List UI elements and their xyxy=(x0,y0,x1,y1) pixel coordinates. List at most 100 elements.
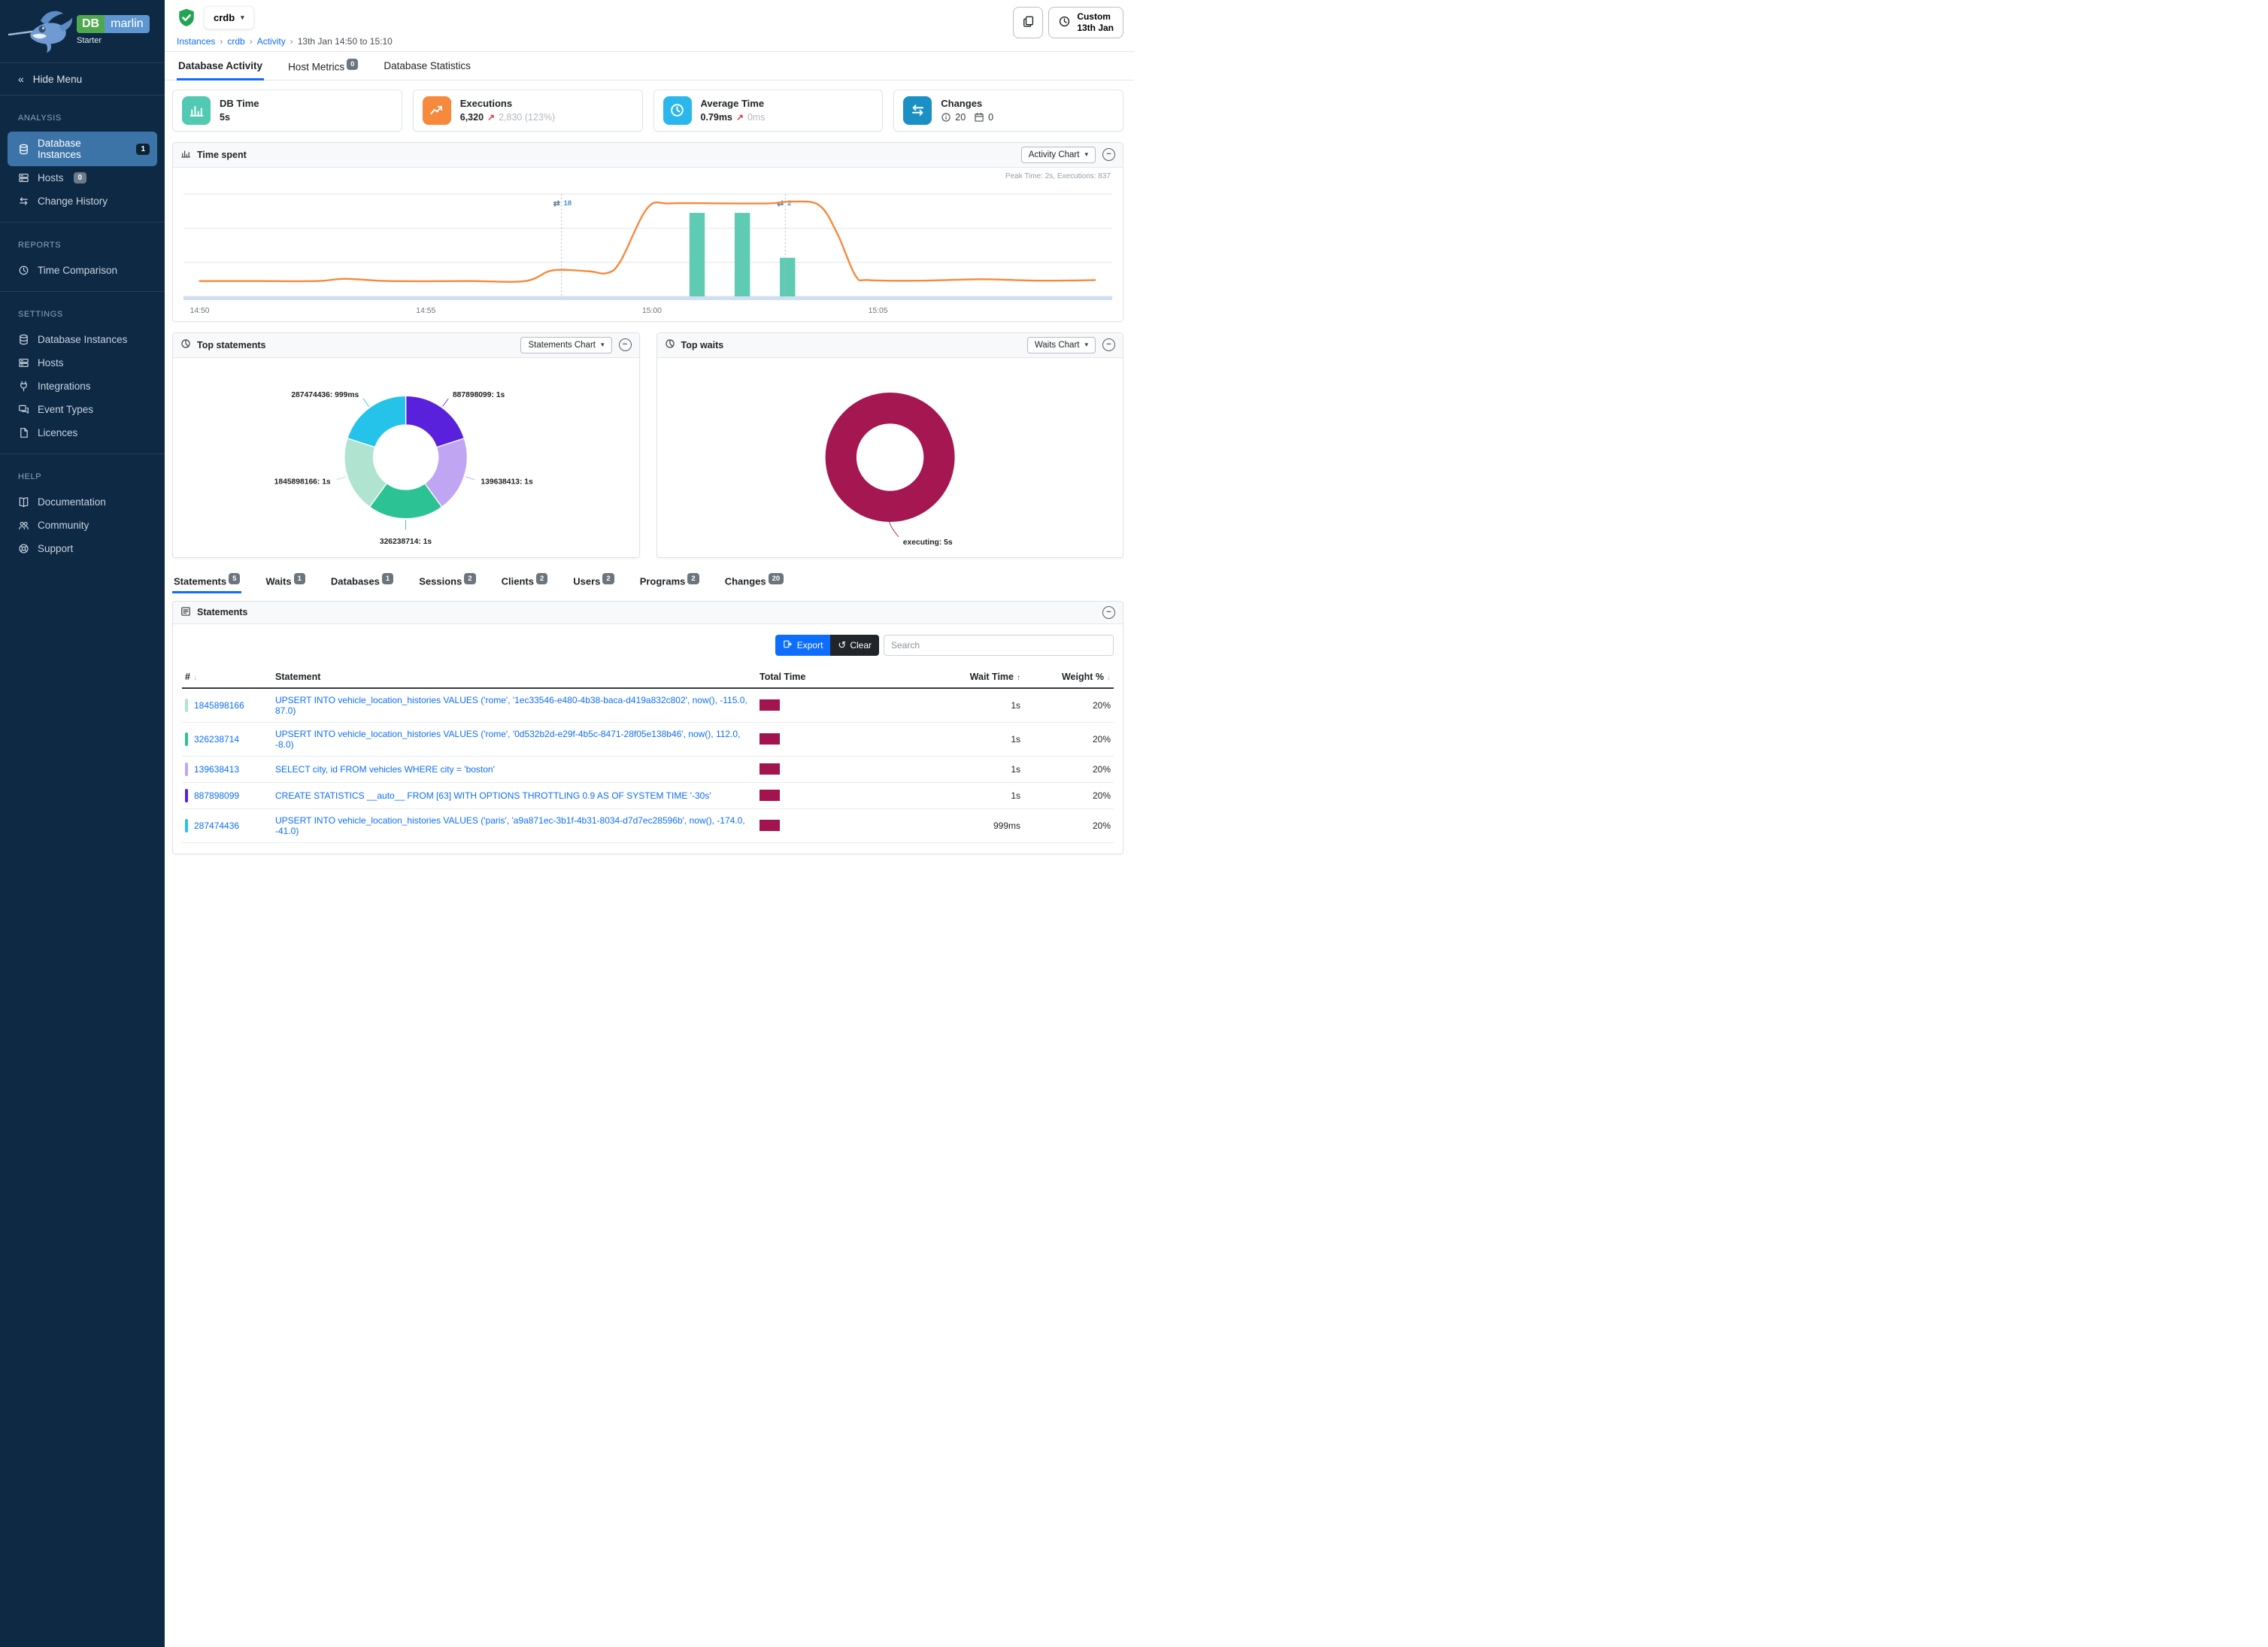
card-value: 5s xyxy=(220,112,230,123)
breadcrumb-link-activity[interactable]: Activity xyxy=(257,36,286,47)
sidebar-item-database-instances[interactable]: Database Instances 1 xyxy=(8,132,157,166)
time-range-button[interactable]: Custom 13th Jan xyxy=(1048,7,1123,38)
statement-link[interactable]: SELECT city, id FROM vehicles WHERE city… xyxy=(275,764,495,775)
executions-bar[interactable] xyxy=(735,213,750,296)
statement-link[interactable]: UPSERT INTO vehicle_location_histories V… xyxy=(275,695,747,716)
sort-icon[interactable]: ↑ xyxy=(1017,674,1020,682)
detail-tab-programs[interactable]: Programs2 xyxy=(638,569,701,593)
card-value: 0.79ms xyxy=(701,112,732,123)
sidebar-item-change-history[interactable]: Change History xyxy=(0,190,165,213)
sidebar-item-community[interactable]: Community xyxy=(0,514,165,537)
statement-link[interactable]: UPSERT INTO vehicle_location_histories V… xyxy=(275,729,740,750)
clock-icon xyxy=(663,96,692,125)
sidebar-item-documentation[interactable]: Documentation xyxy=(0,490,165,514)
detail-tab-sessions[interactable]: Sessions2 xyxy=(417,569,477,593)
wait-time-value: 1s xyxy=(881,688,1023,723)
hide-menu-button[interactable]: « Hide Menu xyxy=(0,62,165,96)
sidebar-item-support[interactable]: Support xyxy=(0,537,165,560)
swap-icon xyxy=(903,96,932,125)
executions-bar[interactable] xyxy=(690,213,705,296)
card-delta: 0ms xyxy=(747,112,766,123)
sidebar-item-licences[interactable]: Licences xyxy=(0,421,165,444)
sort-icon[interactable]: ↓ xyxy=(193,674,197,682)
detail-tab-users[interactable]: Users2 xyxy=(572,569,615,593)
table-row[interactable]: 326238714 UPSERT INTO vehicle_location_h… xyxy=(182,722,1114,756)
collapse-icon[interactable]: − xyxy=(1102,606,1115,619)
sidebar-item-event-types[interactable]: Event Types xyxy=(0,398,165,421)
collapse-icon[interactable]: − xyxy=(619,338,632,351)
sidebar-item-database-instances[interactable]: Database Instances xyxy=(0,328,165,351)
statement-link[interactable]: CREATE STATISTICS __auto__ FROM [63] WIT… xyxy=(275,790,711,801)
card-changes[interactable]: Changes 200 xyxy=(893,89,1123,132)
card-db-time[interactable]: DB Time 5s xyxy=(172,89,402,132)
instance-selector[interactable]: crdb ▾ xyxy=(204,6,254,29)
column-header-statement[interactable]: Statement xyxy=(272,666,757,688)
donut-slice-executing[interactable] xyxy=(841,408,939,507)
total-time-bar xyxy=(760,790,780,801)
detail-tab-clients[interactable]: Clients2 xyxy=(500,569,550,593)
detail-tab-databases[interactable]: Databases1 xyxy=(329,569,395,593)
wait-time-value: 1s xyxy=(881,756,1023,782)
weight-value: 20% xyxy=(1023,722,1114,756)
sidebar-item-label: Licences xyxy=(38,427,77,438)
breadcrumb-separator: › xyxy=(290,36,293,47)
change-marker-icon[interactable]: ⇄ xyxy=(777,199,784,208)
statement-link[interactable]: UPSERT INTO vehicle_location_histories V… xyxy=(275,815,745,836)
statements-table-panel: Statements − Export ↺ Clear #↓StatementT… xyxy=(172,601,1123,854)
sort-icon[interactable]: ↓ xyxy=(1107,674,1111,682)
executions-bar[interactable] xyxy=(780,257,795,296)
sidebar-section-reports: REPORTS Time Comparison xyxy=(0,222,165,291)
copy-icon xyxy=(1022,15,1035,30)
column-header-weight[interactable]: Weight %↓ xyxy=(1023,666,1114,688)
statement-id-link[interactable]: 1845898166 xyxy=(194,700,244,711)
donut-slice-287474436[interactable] xyxy=(347,396,406,447)
sidebar-item-hosts[interactable]: Hosts xyxy=(0,351,165,375)
clear-button[interactable]: ↺ Clear xyxy=(830,635,879,656)
donut-label: 139638413: 1s xyxy=(481,478,534,486)
breadcrumb-link-instances[interactable]: Instances xyxy=(177,36,215,47)
card-title: Changes xyxy=(941,98,998,109)
collapse-icon[interactable]: − xyxy=(1102,338,1115,351)
sidebar-item-label: Database Instances xyxy=(38,334,127,345)
detail-tab-changes[interactable]: Changes20 xyxy=(723,569,785,593)
statement-id-link[interactable]: 326238714 xyxy=(194,734,239,745)
statement-id-link[interactable]: 139638413 xyxy=(194,764,239,775)
main-tab-database-statistics[interactable]: Database Statistics xyxy=(382,52,472,80)
table-row[interactable]: 1845898166 UPSERT INTO vehicle_location_… xyxy=(182,688,1114,723)
export-button[interactable]: Export xyxy=(775,635,831,656)
main-tab-database-activity[interactable]: Database Activity xyxy=(177,52,264,80)
card-average-time[interactable]: Average Time 0.79ms↗0ms xyxy=(653,89,884,132)
total-time-bar xyxy=(760,733,780,745)
change-marker-icon[interactable]: ⇄ xyxy=(553,199,560,208)
sidebar-item-hosts[interactable]: Hosts 0 xyxy=(0,166,165,190)
search-input[interactable] xyxy=(884,635,1114,656)
table-row[interactable]: 139638413 SELECT city, id FROM vehicles … xyxy=(182,756,1114,782)
top-statements-panel: Top statements Statements Chart▾ − 88789… xyxy=(172,332,640,558)
sidebar-item-time-comparison[interactable]: Time Comparison xyxy=(0,259,165,282)
table-row[interactable]: 287474436 UPSERT INTO vehicle_location_h… xyxy=(182,808,1114,842)
main-tab-host-metrics[interactable]: Host Metrics0 xyxy=(287,52,359,80)
detail-tab-statements[interactable]: Statements5 xyxy=(172,569,241,593)
breadcrumb-link-crdb[interactable]: crdb xyxy=(227,36,244,47)
statement-id-link[interactable]: 887898099 xyxy=(194,790,239,801)
statement-id-link[interactable]: 287474436 xyxy=(194,820,239,831)
card-delta: 2,830 (123%) xyxy=(499,112,555,123)
column-header-total-time[interactable]: Total Time xyxy=(757,666,881,688)
calendar-count: 0 xyxy=(988,112,993,123)
column-header-wait-time[interactable]: Wait Time↑ xyxy=(881,666,1023,688)
column-header-[interactable]: #↓ xyxy=(182,666,272,688)
logo-badge: DBmarlin xyxy=(77,15,150,33)
collapse-icon[interactable]: − xyxy=(1102,148,1115,161)
waits-chart-select[interactable]: Waits Chart▾ xyxy=(1027,337,1096,353)
list-icon xyxy=(180,606,191,619)
card-executions[interactable]: Executions 6,320↗2,830 (123%) xyxy=(413,89,643,132)
activity-chart-select[interactable]: Activity Chart▾ xyxy=(1021,147,1096,163)
copy-button[interactable] xyxy=(1013,7,1043,38)
db-time-line xyxy=(200,201,1096,281)
detail-tab-waits[interactable]: Waits1 xyxy=(264,569,307,593)
count-badge: 1 xyxy=(136,144,150,155)
donut-slice-887898099[interactable] xyxy=(406,396,465,447)
statements-chart-select[interactable]: Statements Chart▾ xyxy=(520,337,611,353)
sidebar-item-integrations[interactable]: Integrations xyxy=(0,375,165,398)
table-row[interactable]: 887898099 CREATE STATISTICS __auto__ FRO… xyxy=(182,782,1114,808)
